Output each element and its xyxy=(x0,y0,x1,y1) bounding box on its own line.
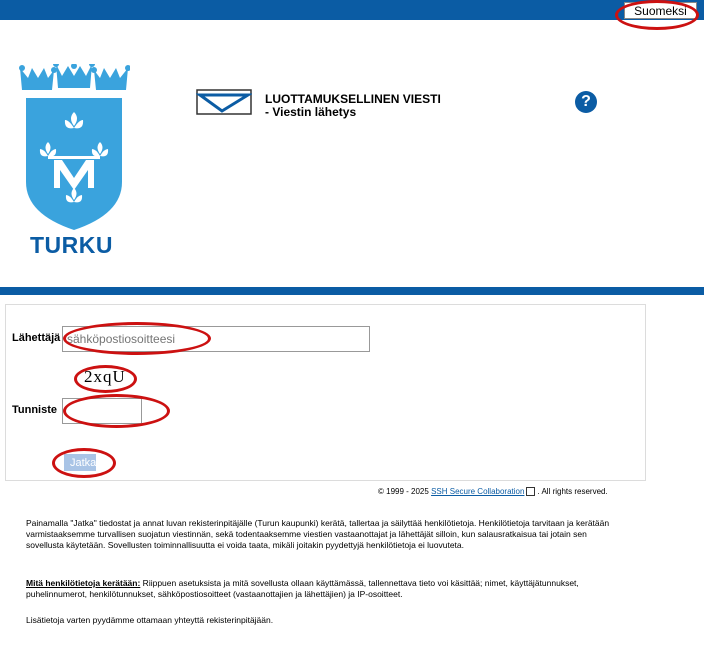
ssh-link[interactable]: SSH Secure Collaboration xyxy=(431,487,524,496)
copyright-prefix: © 1999 - 2025 xyxy=(378,487,429,496)
privacy-paragraph-2: Mitä henkilötietoja kerätään: Riippuen a… xyxy=(26,578,626,600)
copyright-line: © 1999 - 2025 SSH Secure Collaboration . … xyxy=(378,487,608,497)
privacy-paragraph-3: Lisätietoja varten pyydämme ottamaan yht… xyxy=(26,615,274,625)
header-divider xyxy=(0,287,704,295)
turku-crest-logo xyxy=(18,61,131,237)
code-label: Tunniste xyxy=(12,404,58,416)
top-bar xyxy=(0,0,704,20)
turku-wordmark: TURKU xyxy=(30,232,113,258)
sender-label: Lähettäjä xyxy=(12,332,61,344)
privacy-heading: Mitä henkilötietoja kerätään: xyxy=(26,578,141,588)
app-title-line2: - Viestin lähetys xyxy=(265,105,357,119)
captcha-image: 2xqU xyxy=(84,367,126,386)
sender-email-input[interactable] xyxy=(62,326,370,352)
copyright-suffix: . All rights reserved. xyxy=(537,487,608,496)
help-icon[interactable]: ? xyxy=(575,91,597,113)
code-input[interactable] xyxy=(62,398,142,424)
language-button[interactable]: Suomeksi xyxy=(624,2,697,19)
app-title: LUOTTAMUKSELLINEN VIESTI - Viestin lähet… xyxy=(265,93,441,119)
privacy-paragraph-1: Painamalla "Jatka" tiedostat ja annat lu… xyxy=(26,518,610,550)
submit-button[interactable]: Jatka xyxy=(64,454,96,471)
envelope-icon xyxy=(195,89,254,120)
external-link-icon xyxy=(526,487,536,497)
